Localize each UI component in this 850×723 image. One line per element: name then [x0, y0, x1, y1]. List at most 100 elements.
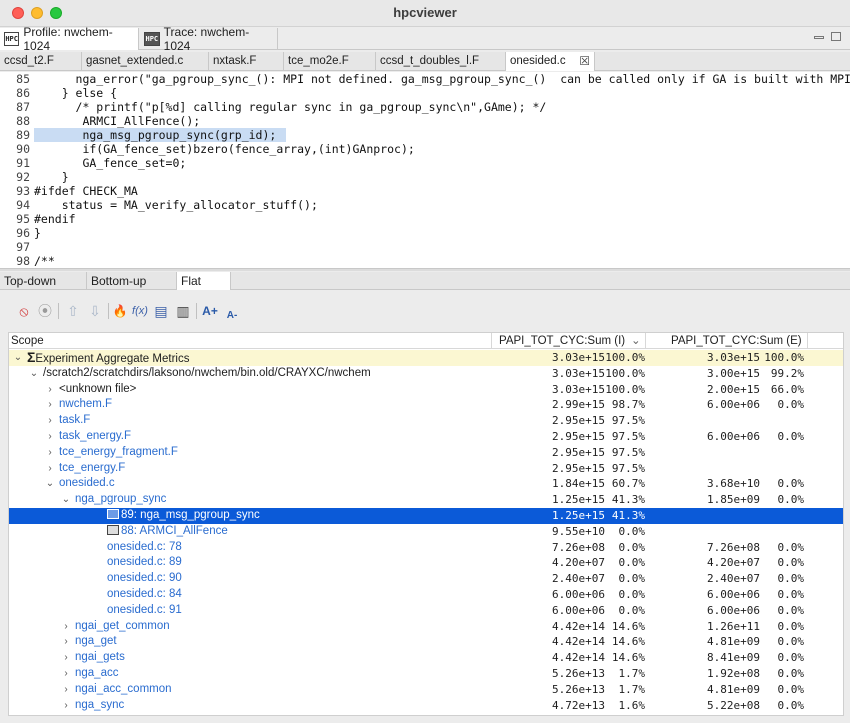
expand-toggle-open-icon[interactable]: ⌄ [29, 366, 39, 382]
hot-path-icon[interactable]: 🔥 [110, 301, 130, 321]
column-header-inclusive[interactable]: PAPI_TOT_CYC:Sum (I) [499, 333, 625, 349]
table-row[interactable]: › ngai_get_common 4.42e+14 14.6% 1.26e+11 0.0… [9, 619, 843, 635]
export-csv-icon[interactable]: ▥ [173, 301, 193, 321]
table-row[interactable]: › task.F 2.95e+15 97.5% [9, 413, 843, 429]
scope-label[interactable]: onesided.c: 90 [107, 572, 182, 584]
file-tab[interactable]: nxtask.F [209, 52, 284, 71]
callsite-icon[interactable] [107, 524, 119, 535]
table-row[interactable]: › nga_acc 5.26e+13 1.7% 1.92e+08 0.0% [9, 666, 843, 682]
file-tab[interactable]: ccsd_t_doubles_l.F [376, 52, 506, 71]
sort-descending-icon[interactable]: ⌄ [631, 333, 641, 349]
source-editor[interactable]: 85 nga_error("ga_pgroup_sync_(): MPI not… [0, 72, 850, 268]
expand-toggle-closed-icon[interactable]: › [61, 666, 71, 682]
scope-label[interactable]: tce_energy.F [59, 462, 125, 474]
table-row[interactable]: › nwchem.F 2.99e+15 98.7% 6.00e+06 0.0% [9, 397, 843, 413]
pane-splitter[interactable] [0, 268, 850, 271]
tab-profile[interactable]: HPC Profile: nwchem-1024 [0, 25, 139, 53]
font-increase-icon[interactable]: A+ [200, 301, 220, 321]
column-divider[interactable] [645, 333, 646, 349]
table-row[interactable]: onesided.c: 84 6.00e+06 0.0% 6.00e+06 0.0% [9, 587, 843, 603]
scope-label[interactable]: nga_sync [75, 699, 124, 711]
callsite-icon[interactable] [107, 508, 119, 519]
font-decrease-icon[interactable]: A- [222, 305, 242, 325]
scope-label[interactable]: 88: ARMCI_AllFence [121, 525, 228, 537]
table-row[interactable]: › ngai_gets 4.42e+14 14.6% 8.41e+09 0.0% [9, 650, 843, 666]
column-divider[interactable] [491, 333, 492, 349]
tab-trace[interactable]: HPC Trace: nwchem-1024 [140, 25, 278, 53]
flatten-icon[interactable]: ⦸ [14, 301, 34, 321]
table-row[interactable]: › nga_get 4.42e+14 14.6% 4.81e+09 0.0% [9, 634, 843, 650]
scope-label[interactable]: task_energy.F [59, 430, 131, 442]
tab-bottom-up-view[interactable]: Bottom-up view [87, 272, 177, 306]
table-row[interactable]: onesided.c: 90 2.40e+07 0.0% 2.40e+07 0.0% [9, 571, 843, 587]
expand-toggle-closed-icon[interactable]: › [61, 650, 71, 666]
table-row[interactable]: › nga_sync 4.72e+13 1.6% 5.22e+08 0.0% [9, 698, 843, 714]
column-divider[interactable] [807, 333, 808, 349]
file-tab[interactable]: gasnet_extended.c [82, 52, 209, 71]
scope-label[interactable]: onesided.c: 89 [107, 556, 182, 568]
derived-metric-icon[interactable]: f(x) [130, 301, 150, 321]
file-tab[interactable]: tce_mo2e.F [284, 52, 376, 71]
scope-label[interactable]: 89: nga_msg_pgroup_sync [121, 509, 260, 521]
expand-toggle-closed-icon[interactable]: › [45, 461, 55, 477]
expand-toggle-closed-icon[interactable]: › [61, 634, 71, 650]
expand-toggle-closed-icon[interactable]: › [45, 445, 55, 461]
exclusive-value: 1.85e+09 [707, 493, 760, 507]
expand-toggle-open-icon[interactable]: ⌄ [13, 350, 23, 366]
table-row[interactable]: ⌄ ΣExperiment Aggregate Metrics 3.03e+15 10… [9, 349, 843, 366]
scope-label[interactable]: nga_acc [75, 667, 118, 679]
inclusive-percent: 0.0% [618, 556, 646, 570]
table-row[interactable]: ⌄ onesided.c 1.84e+15 60.7% 3.68e+10 0.0% [9, 476, 843, 492]
scope-label[interactable]: onesided.c: 78 [107, 541, 182, 553]
expand-toggle-open-icon[interactable]: ⌄ [61, 492, 71, 508]
column-select-icon[interactable]: ▤ [151, 301, 171, 321]
toolbar-divider [58, 303, 59, 319]
expand-toggle-closed-icon[interactable]: › [61, 682, 71, 698]
line-number: 92 [16, 170, 30, 184]
scope-label[interactable]: ngai_gets [75, 651, 125, 663]
close-tab-icon[interactable]: ☒ [579, 52, 590, 71]
table-row[interactable]: onesided.c: 78 7.26e+08 0.0% 7.26e+08 0.0% [9, 540, 843, 556]
scope-label[interactable]: nga_get [75, 635, 117, 647]
column-header-exclusive[interactable]: PAPI_TOT_CYC:Sum (E) [671, 333, 802, 349]
table-row[interactable]: onesided.c: 91 6.00e+06 0.0% 6.00e+06 0.0% [9, 603, 843, 619]
scope-label[interactable]: tce_energy_fragment.F [59, 446, 178, 458]
expand-toggle-open-icon[interactable]: ⌄ [45, 476, 55, 492]
metric-table[interactable]: Scope PAPI_TOT_CYC:Sum (I) ⌄ PAPI_TOT_CY… [8, 332, 844, 716]
expand-toggle-closed-icon[interactable]: › [45, 429, 55, 445]
tab-top-down-view[interactable]: Top-down view [0, 272, 87, 306]
table-row[interactable]: › <unknown file> 3.03e+15 100.0% 2.00e+15 66.… [9, 382, 843, 398]
scope-label[interactable]: ngai_acc_common [75, 683, 172, 695]
scope-label[interactable]: onesided.c: 91 [107, 604, 182, 616]
expand-toggle-closed-icon[interactable]: › [45, 397, 55, 413]
expand-toggle-closed-icon[interactable]: › [61, 698, 71, 714]
expand-toggle-closed-icon[interactable]: › [61, 619, 71, 635]
table-row[interactable]: › tce_energy_fragment.F 2.95e+15 97.5% [9, 445, 843, 461]
scope-label[interactable]: onesided.c [59, 477, 115, 489]
expand-toggle-closed-icon[interactable]: › [45, 382, 55, 398]
file-tab[interactable]: ccsd_t2.F [0, 52, 82, 71]
scope-label[interactable]: task.F [59, 414, 90, 426]
code-line: 90 if(GA_fence_set)bzero(fence_array,(in… [0, 142, 850, 156]
column-header-scope[interactable]: Scope [11, 333, 44, 349]
maximize-view-icon[interactable] [831, 32, 841, 41]
table-row[interactable]: onesided.c: 89 4.20e+07 0.0% 4.20e+07 0.0% [9, 555, 843, 571]
table-row[interactable]: 88: ARMCI_AllFence 9.55e+10 0.0% [9, 524, 843, 540]
scope-label[interactable]: nwchem.F [59, 398, 112, 410]
tab-flat-view[interactable]: Flat view [177, 272, 231, 306]
unflatten-icon[interactable]: ⦿ [35, 301, 55, 321]
table-row-selected[interactable]: 89: nga_msg_pgroup_sync 1.25e+15 41.3% [9, 508, 843, 524]
file-tab-active[interactable]: onesided.c ☒ [506, 52, 595, 71]
table-row[interactable]: ⌄ /scratch2/scratchdirs/laksono/nwchem/bi… [9, 366, 843, 382]
minimize-view-icon[interactable] [814, 36, 824, 39]
table-row[interactable]: › tce_energy.F 2.95e+15 97.5% [9, 461, 843, 477]
zoom-out-arrow-icon[interactable]: ⇩ [85, 301, 105, 321]
scope-label[interactable]: onesided.c: 84 [107, 588, 182, 600]
scope-label[interactable]: nga_pgroup_sync [75, 493, 166, 505]
scope-label[interactable]: ngai_get_common [75, 620, 170, 632]
table-row[interactable]: › ngai_acc_common 5.26e+13 1.7% 4.81e+09 0.0% [9, 682, 843, 698]
zoom-in-arrow-icon[interactable]: ⇧ [63, 301, 83, 321]
expand-toggle-closed-icon[interactable]: › [45, 413, 55, 429]
table-row[interactable]: ⌄ nga_pgroup_sync 1.25e+15 41.3% 1.85e+09 0.0… [9, 492, 843, 508]
table-row[interactable]: › task_energy.F 2.95e+15 97.5% 6.00e+06 0.0% [9, 429, 843, 445]
